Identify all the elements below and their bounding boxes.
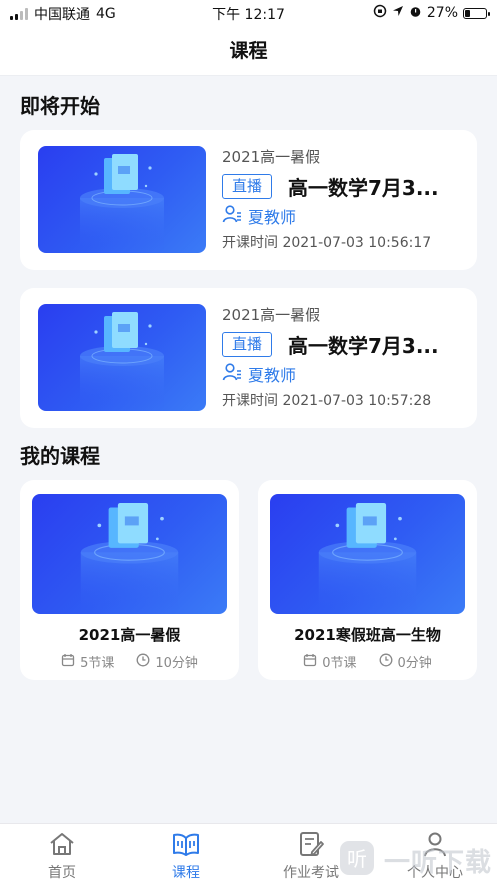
lesson-count: 0节课	[322, 656, 357, 671]
watermark: 听 一听下载	[338, 838, 497, 882]
battery-icon	[463, 7, 490, 19]
clock-icon	[379, 653, 393, 671]
course-thumbnail	[38, 146, 206, 253]
my-course-card[interactable]: 2021高一暑假 5节课 10分钟	[20, 480, 239, 680]
course-thumbnail	[32, 494, 227, 614]
book-illustration-icon	[80, 312, 164, 411]
tab-label: 首页	[48, 865, 76, 881]
course-subtitle: 2021高一暑假	[222, 148, 321, 166]
teacher-icon	[222, 362, 242, 386]
duration: 10分钟	[155, 656, 198, 671]
course-thumbnail	[38, 304, 206, 411]
book-illustration-icon	[318, 502, 417, 614]
lesson-count: 5节课	[80, 656, 115, 671]
upcoming-course-card[interactable]: 2021高一暑假 直播 高一数学7月3... 夏教师 开课时间 2021-07-…	[20, 288, 477, 428]
calendar-icon	[61, 653, 75, 671]
watermark-logo-icon: 听	[338, 839, 376, 881]
teacher-name: 夏教师	[248, 366, 297, 385]
course-name: 高一数学7月3...	[288, 176, 439, 200]
location-icon	[392, 5, 404, 21]
upcoming-course-card[interactable]: 2021高一暑假 直播 高一数学7月3... 夏教师 开课时间 2021-07-…	[20, 130, 477, 270]
book-illustration-icon	[80, 502, 179, 614]
alarm-icon	[409, 5, 422, 22]
tab-courses[interactable]: 课程	[131, 830, 241, 882]
watermark-text: 一听下载	[384, 847, 493, 878]
section-title-upcoming: 即将开始	[20, 94, 100, 118]
tab-home[interactable]: 首页	[7, 830, 117, 882]
home-icon	[7, 830, 117, 858]
clock-icon	[136, 653, 150, 671]
course-subtitle: 2021高一暑假	[222, 306, 321, 324]
tab-label: 课程	[172, 865, 200, 881]
course-thumbnail	[270, 494, 465, 614]
status-bar: 中国联通 4G 下午 12:17 27%	[0, 0, 497, 26]
orientation-lock-icon	[373, 4, 387, 22]
course-name: 高一数学7月3...	[288, 334, 439, 358]
duration: 0分钟	[397, 656, 432, 671]
teacher-icon	[222, 204, 242, 228]
book-icon	[131, 830, 241, 858]
calendar-icon	[303, 653, 317, 671]
section-title-my-courses: 我的课程	[20, 444, 100, 468]
battery-percent: 27%	[426, 5, 458, 21]
my-course-card[interactable]: 2021寒假班高一生物 0节课 0分钟	[258, 480, 477, 680]
svg-text:听: 听	[347, 847, 367, 871]
course-title: 2021寒假班高一生物	[294, 626, 441, 644]
live-badge: 直播	[222, 174, 273, 199]
teacher-name: 夏教师	[248, 208, 297, 227]
start-time: 开课时间 2021-07-03 10:56:17	[222, 235, 432, 251]
page-title: 课程	[0, 26, 497, 76]
course-title: 2021高一暑假	[78, 626, 181, 644]
live-badge: 直播	[222, 332, 273, 357]
book-illustration-icon	[80, 154, 164, 253]
start-time: 开课时间 2021-07-03 10:57:28	[222, 393, 432, 409]
